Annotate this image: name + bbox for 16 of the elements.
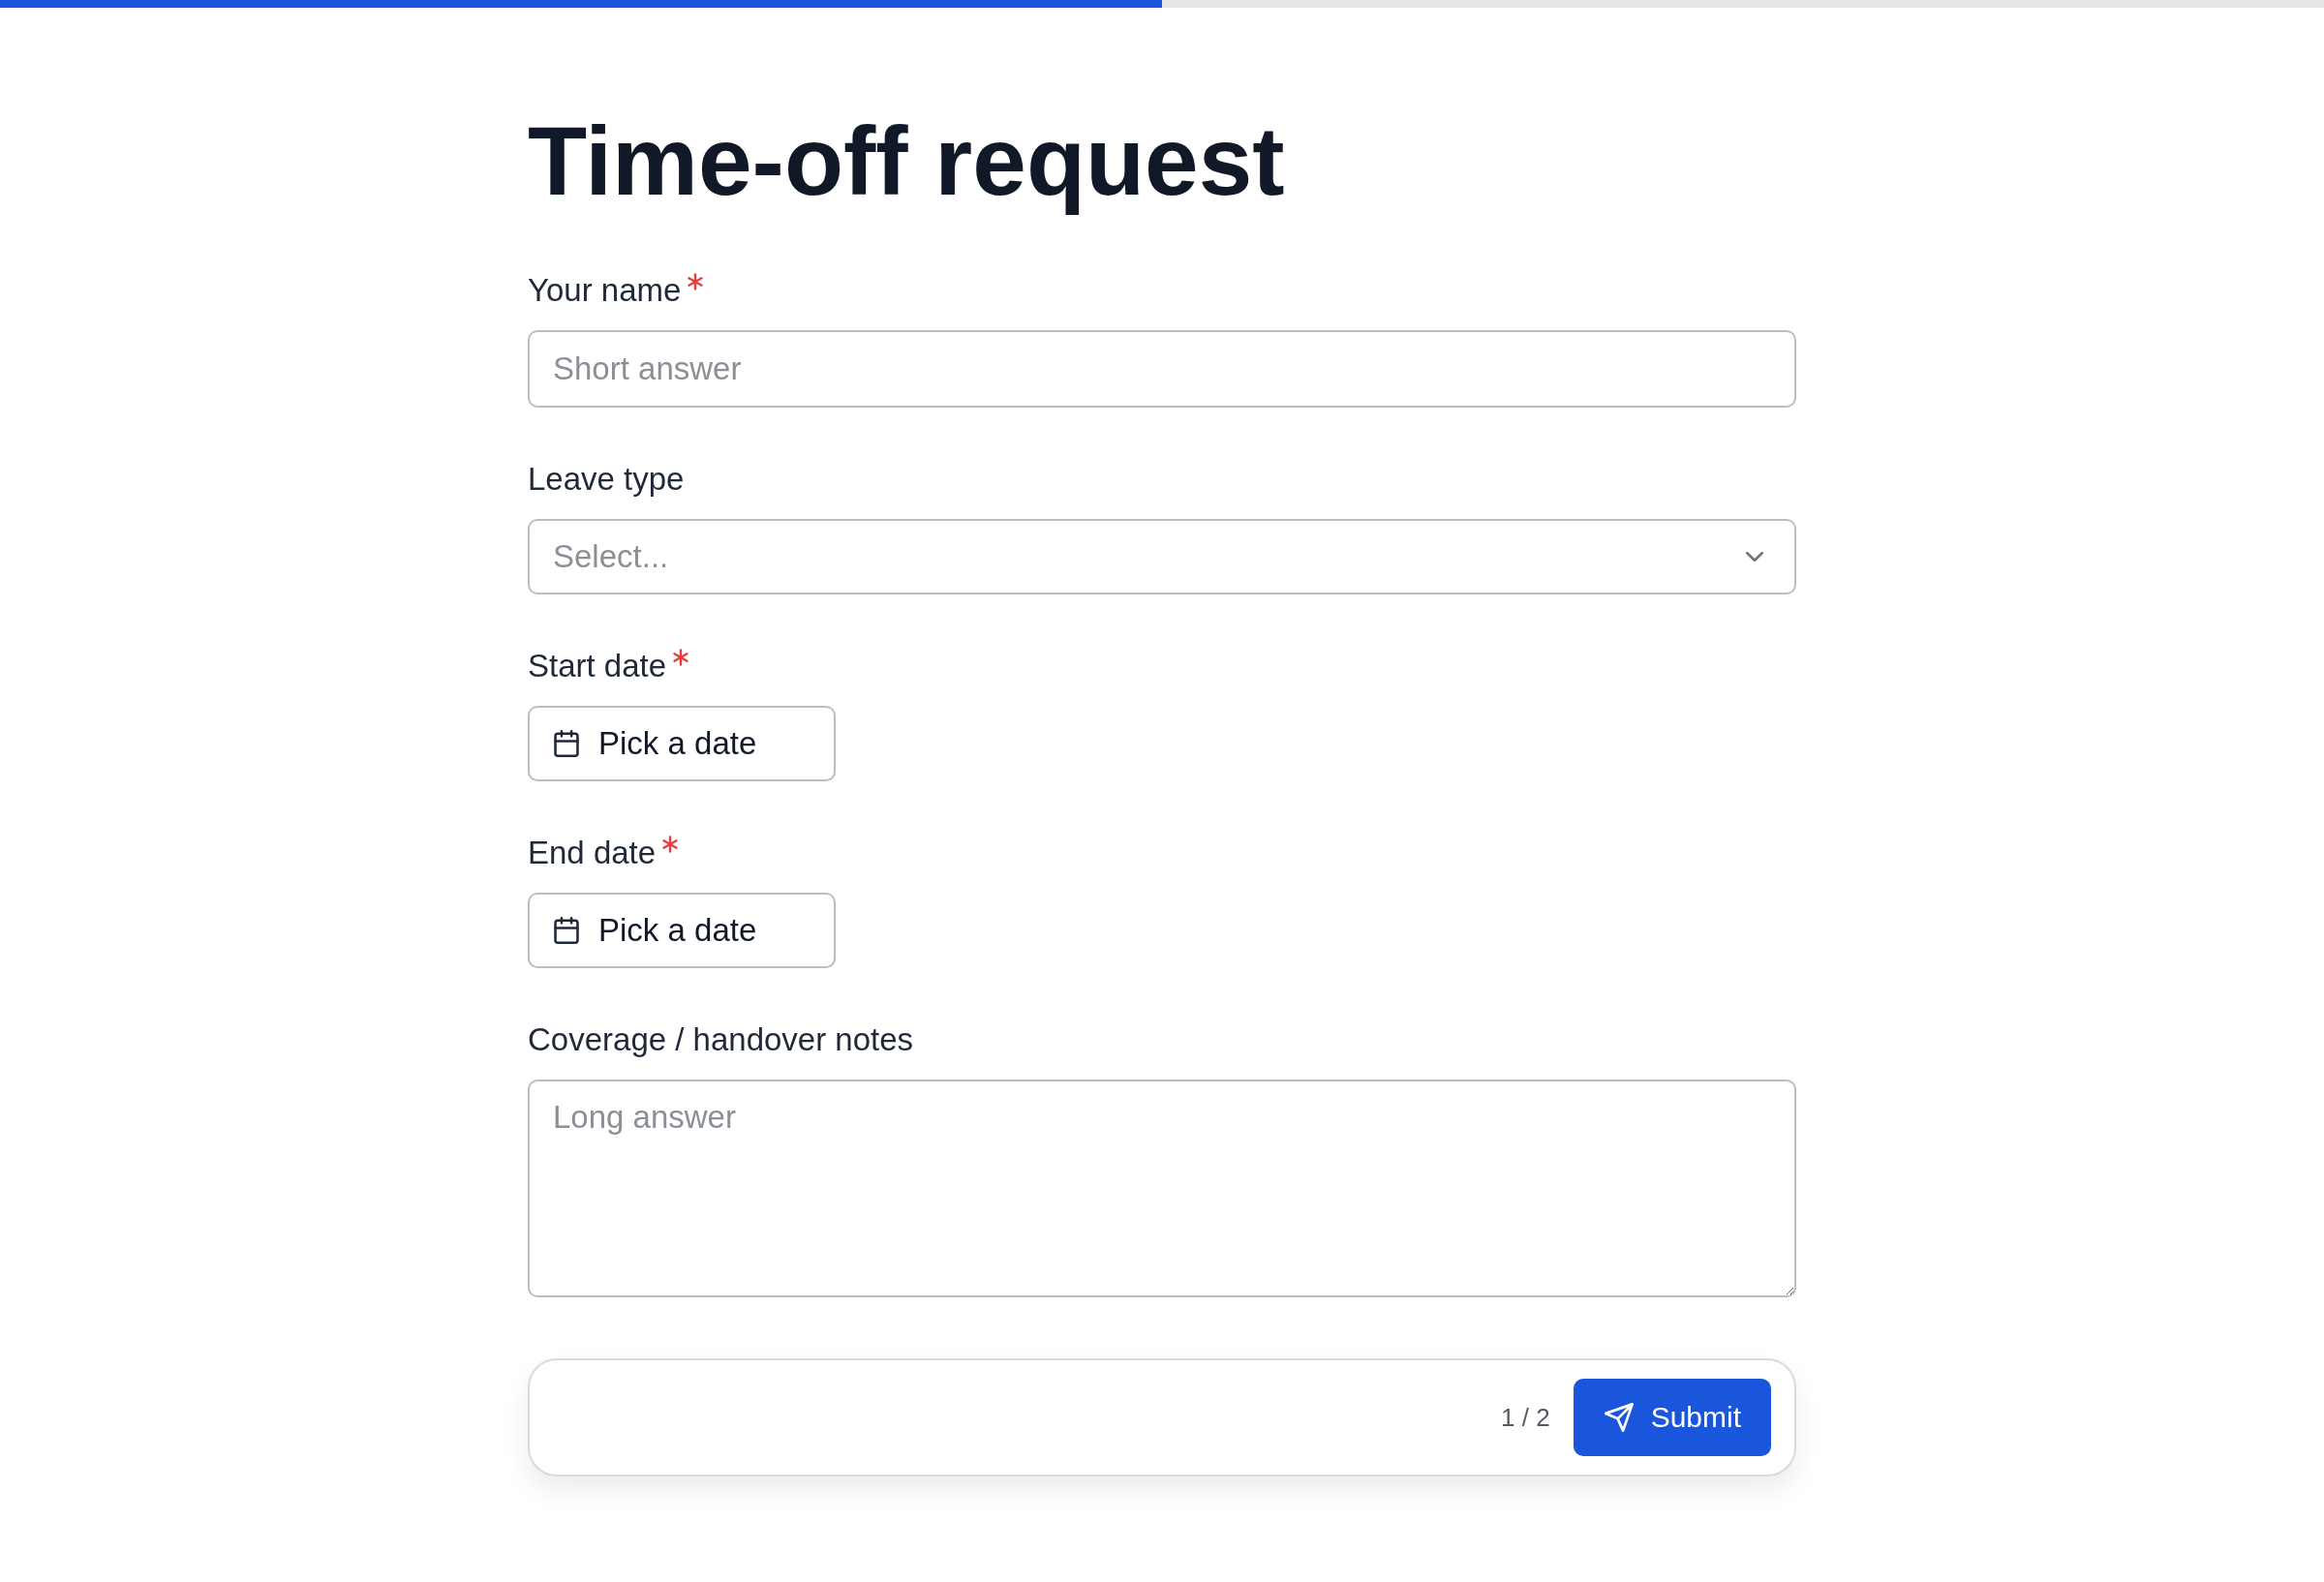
send-icon <box>1604 1403 1634 1432</box>
field-label: End date <box>528 834 657 872</box>
date-picker-button[interactable]: Pick a date <box>528 706 836 781</box>
page-title: Time-off request <box>528 106 1286 217</box>
page-counter: 1 / 2 <box>1501 1402 1550 1433</box>
text-area[interactable]: Long answer <box>528 1080 1796 1297</box>
text-input[interactable]: Short answer <box>528 330 1796 408</box>
calendar-icon <box>553 917 580 944</box>
chevron-down-icon <box>1746 552 1763 562</box>
calendar-icon <box>553 730 580 757</box>
field-label: Coverage / handover notes <box>528 1020 914 1059</box>
submit-button[interactable]: Submit <box>1573 1379 1771 1456</box>
date-picker-button[interactable]: Pick a date <box>528 893 836 968</box>
field-label: Leave type <box>528 460 685 499</box>
field-label: Your name <box>528 271 682 310</box>
field-label: Start date <box>528 647 667 685</box>
